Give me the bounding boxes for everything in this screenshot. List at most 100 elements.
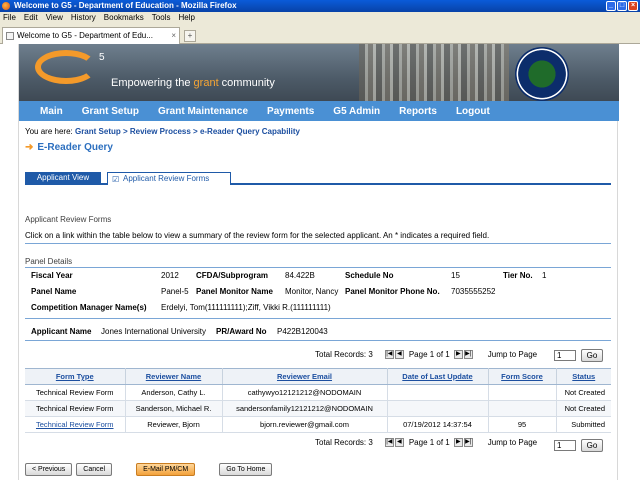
menu-history[interactable]: History [71,12,96,24]
minimize-button[interactable]: _ [606,1,616,11]
cell-reviewer-name: Sanderson, Michael R. [125,400,223,417]
col-last-update[interactable]: Date of Last Update [387,368,489,385]
cell-status: Not Created [556,384,611,401]
tab-check-icon: ☑ [112,175,120,184]
cell-reviewer-name: Reviewer, Bjorn [125,416,223,433]
maximize-button[interactable]: □ [617,1,627,11]
page-viewport: 5 Empowering the grant community Main Gr… [0,44,640,480]
cfda-label: CFDA/Subprogram [196,271,268,280]
department-seal-icon [515,47,569,101]
top-pager: Total Records: 3 |◀ ◀ Page 1 of 1 ▶ ▶| J… [315,350,537,359]
phone-value: 7035555252 [451,287,496,296]
table-row: Technical Review Form Sanderson, Michael… [25,400,611,417]
total-records-label: Total Records: [315,350,367,359]
go-button[interactable]: Go [581,439,603,452]
page-content: 5 Empowering the grant community Main Gr… [18,44,619,480]
next-page-button[interactable]: ▶ [453,350,463,359]
competition-manager-value: Erdelyi, Tom(111111111);Ziff, Vikki R.(1… [161,303,331,312]
tier-value: 1 [542,271,547,280]
main-nav: Main Grant Setup Grant Maintenance Payme… [19,101,619,121]
menu-view[interactable]: View [46,12,63,24]
cell-form-type: Technical Review Form [25,384,126,401]
col-reviewer-name[interactable]: Reviewer Name [125,368,223,385]
go-to-home-button[interactable]: Go To Home [219,463,273,476]
fiscal-year-value: 2012 [161,271,179,280]
breadcrumb: You are here: Grant Setup > Review Proce… [25,127,300,136]
schedule-value: 15 [451,271,460,280]
page-indicator: Page 1 of 1 [408,350,450,359]
nav-payments[interactable]: Payments [267,106,314,117]
previous-button[interactable]: < Previous [25,463,73,476]
prev-page-button[interactable]: ◀ [394,350,404,359]
schedule-label: Schedule No [345,271,394,280]
banner-tagline: Empowering the grant community [111,77,275,89]
cell-reviewer-name: Anderson, Cathy L. [125,384,223,401]
email-pm-cm-button[interactable]: E-Mail PM/CM [136,463,196,476]
go-button[interactable]: Go [581,349,603,362]
total-records-value: 3 [368,438,373,447]
competition-manager-label: Competition Manager Name(s) [31,303,147,312]
cell-form-type: Technical Review Form [25,400,126,417]
nav-reports[interactable]: Reports [399,106,437,117]
panel-name-value: Panel-5 [161,287,189,296]
g5-logo [35,50,97,84]
nav-logout[interactable]: Logout [456,106,490,117]
cell-status: Submitted [556,416,611,433]
pr-award-value: P422B120043 [277,327,328,336]
col-form-score[interactable]: Form Score [488,368,557,385]
cancel-button[interactable]: Cancel [76,463,113,476]
col-status[interactable]: Status [556,368,611,385]
first-page-button[interactable]: |◀ [384,438,394,447]
divider [25,243,611,244]
browser-tab-strip: Welcome to G5 - Department of Edu... × + [0,24,640,44]
nav-grant-setup[interactable]: Grant Setup [82,106,139,117]
nav-grant-maintenance[interactable]: Grant Maintenance [158,106,248,117]
new-tab-button[interactable]: + [184,30,196,42]
cell-form-score: 95 [488,416,557,433]
pr-award-label: PR/Award No [216,327,267,336]
close-window-button[interactable]: × [628,1,638,11]
title-arrow-icon: ➜ [25,142,34,153]
cell-form-score [488,400,557,417]
tab-close-icon[interactable]: × [171,28,176,44]
tab-applicant-review-forms[interactable]: ☑ Applicant Review Forms [107,172,231,185]
total-records-value: 3 [368,350,373,359]
last-page-button[interactable]: ▶| [463,350,473,359]
applicant-name-label: Applicant Name [31,327,92,336]
jump-page-input[interactable]: 1 [554,440,576,451]
col-form-type[interactable]: Form Type [25,368,126,385]
col-reviewer-email[interactable]: Reviewer Email [222,368,388,385]
section-instructions: Click on a link within the table below t… [25,231,490,240]
menu-help[interactable]: Help [178,12,194,24]
next-page-button[interactable]: ▶ [453,438,463,447]
jump-to-page-label: Jump to Page [487,438,538,447]
divider [25,318,611,319]
nav-g5-admin[interactable]: G5 Admin [333,106,380,117]
divider [25,267,611,268]
form-type-link[interactable]: Technical Review Form [25,416,126,433]
site-banner: 5 Empowering the grant community [19,44,619,101]
banner-bookshelf-image [359,44,509,101]
menu-bookmarks[interactable]: Bookmarks [104,12,144,24]
breadcrumb-review-process[interactable]: Review Process [130,127,191,136]
cfda-value: 84.422B [285,271,315,280]
menu-edit[interactable]: Edit [24,12,38,24]
window-title-bar: Welcome to G5 - Department of Education … [0,0,640,12]
nav-main[interactable]: Main [40,106,63,117]
prev-page-button[interactable]: ◀ [394,438,404,447]
g5-logo-sup: 5 [99,52,105,63]
first-page-button[interactable]: |◀ [384,350,394,359]
cell-reviewer-email: bjorn.reviewer@gmail.com [222,416,388,433]
table-row: Technical Review Form Reviewer, Bjorn bj… [25,416,611,433]
last-page-button[interactable]: ▶| [463,438,473,447]
breadcrumb-current: e-Reader Query Capability [199,127,300,136]
tab-applicant-view[interactable]: Applicant View [25,172,101,184]
jump-page-input[interactable]: 1 [554,350,576,361]
menu-file[interactable]: File [3,12,16,24]
section-title: Applicant Review Forms [25,215,112,224]
page-icon [6,32,14,40]
browser-tab[interactable]: Welcome to G5 - Department of Edu... × [2,27,180,44]
breadcrumb-grant-setup[interactable]: Grant Setup [75,127,121,136]
action-buttons: < Previous Cancel E-Mail PM/CM Go To Hom… [25,463,273,476]
menu-tools[interactable]: Tools [152,12,171,24]
